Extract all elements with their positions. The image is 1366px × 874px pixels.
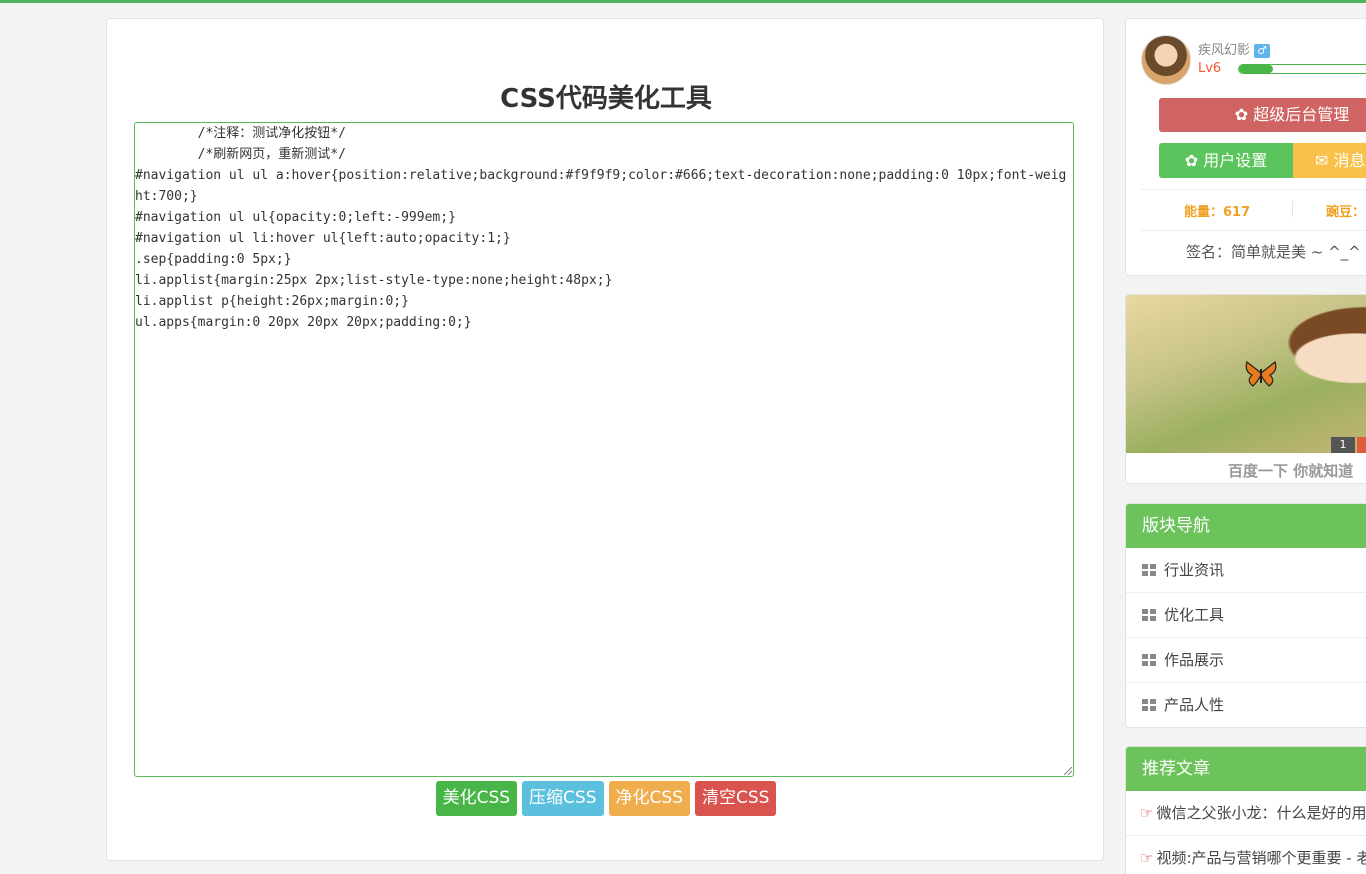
level-progress-fill — [1239, 65, 1274, 73]
resize-handle-icon[interactable] — [1064, 767, 1072, 775]
nav-item-product-humanity[interactable]: 产品人性 — [1126, 683, 1366, 727]
nav-item-industry-news[interactable]: 行业资讯 — [1126, 548, 1366, 593]
top-accent-bar — [0, 0, 1366, 3]
user-settings-label: 用户设置 — [1203, 151, 1268, 170]
avatar[interactable] — [1141, 35, 1191, 85]
section-nav-card: 版块导航 行业资讯 优化工具 作品展示 产品人性 — [1125, 503, 1366, 728]
article-title: 视频:产品与营销哪个更重要 - 老 — [1156, 849, 1366, 867]
css-tool-panel: CSS代码美化工具 /*注释：测试净化按钮*/ /*刷新网页，重新测试*/ #n… — [106, 18, 1104, 861]
user-level: Lv6 — [1198, 61, 1222, 76]
article-link[interactable]: ☞微信之父张小龙：什么是好的用户体验 — [1126, 791, 1366, 836]
level-progress-bar — [1238, 64, 1366, 74]
recommended-articles-card: 推荐文章 ☞微信之父张小龙：什么是好的用户体验 ☞视频:产品与营销哪个更重要 -… — [1125, 746, 1366, 874]
banner-caption[interactable]: 百度一下 你就知道 — [1228, 460, 1353, 481]
super-admin-label: 超级后台管理 — [1253, 105, 1350, 124]
messages-label: 消息 — [1333, 151, 1366, 170]
clear-css-button[interactable]: 清空CSS — [694, 781, 777, 816]
section-nav-title: 版块导航 — [1126, 504, 1366, 548]
slide-indicator-1[interactable]: 1 — [1331, 437, 1355, 453]
grid-icon — [1142, 609, 1156, 621]
divider — [1141, 230, 1366, 231]
gear-icon: ✿ — [1234, 105, 1249, 124]
recommended-title: 推荐文章 — [1126, 747, 1366, 791]
nav-item-optimize-tools[interactable]: 优化工具 — [1126, 593, 1366, 638]
css-code-text[interactable]: /*注释：测试净化按钮*/ /*刷新网页，重新测试*/ #navigation … — [135, 123, 1073, 333]
article-link[interactable]: ☞ 视频:产品与营销哪个更重要 - 老 — [1126, 836, 1366, 874]
slide-indicator-2[interactable] — [1357, 437, 1366, 453]
user-settings-button[interactable]: ✿ 用户设置 — [1159, 143, 1293, 178]
envelope-icon: ✉ — [1315, 151, 1329, 170]
nav-item-label: 作品展示 — [1164, 651, 1225, 669]
username[interactable]: 疾风幻影 — [1198, 43, 1250, 58]
action-button-row: 美化CSS 压缩CSS 净化CSS 清空CSS — [107, 781, 1105, 816]
css-code-textarea[interactable]: /*注释：测试净化按钮*/ /*刷新网页，重新测试*/ #navigation … — [134, 122, 1074, 777]
grid-icon — [1142, 654, 1156, 666]
page-title: CSS代码美化工具 — [500, 84, 712, 114]
grid-icon — [1142, 564, 1156, 576]
grid-icon — [1142, 699, 1156, 711]
stat-separator — [1292, 201, 1293, 217]
butterfly-icon — [1245, 361, 1277, 387]
super-admin-button[interactable]: ✿ 超级后台管理 — [1159, 98, 1366, 132]
gear-icon: ✿ — [1184, 151, 1199, 170]
nav-item-label: 产品人性 — [1164, 696, 1225, 714]
clean-css-button[interactable]: 净化CSS — [608, 781, 690, 816]
beautify-css-button[interactable]: 美化CSS — [435, 781, 518, 816]
user-card: 疾风幻影 ♂ Lv6 ✿ 超级后台管理 ✿ 用户设置 ✉ 消息 能量：617 豌豆… — [1125, 18, 1366, 276]
nav-item-label: 行业资讯 — [1164, 561, 1225, 579]
banner-card: 1 百度一下 你就知道 — [1125, 294, 1366, 484]
pointing-hand-icon: ☞ — [1140, 849, 1154, 867]
username-row: 疾风幻影 ♂ — [1198, 39, 1271, 58]
male-icon: ♂ — [1254, 43, 1271, 58]
nav-item-works[interactable]: 作品展示 — [1126, 638, 1366, 683]
divider — [1141, 189, 1366, 190]
messages-button[interactable]: ✉ 消息 — [1293, 143, 1366, 178]
compress-css-button[interactable]: 压缩CSS — [522, 781, 604, 816]
beans-stat: 豌豆： — [1326, 205, 1366, 220]
nav-item-label: 优化工具 — [1164, 606, 1225, 624]
pointing-hand-icon: ☞ — [1140, 804, 1154, 822]
banner-image[interactable] — [1126, 295, 1366, 453]
energy-stat: 能量：617 — [1184, 205, 1251, 220]
article-title: 微信之父张小龙：什么是好的用户体验 — [1156, 804, 1366, 822]
user-signature: 签名：简单就是美 ~ ^_^ — [1186, 243, 1361, 261]
